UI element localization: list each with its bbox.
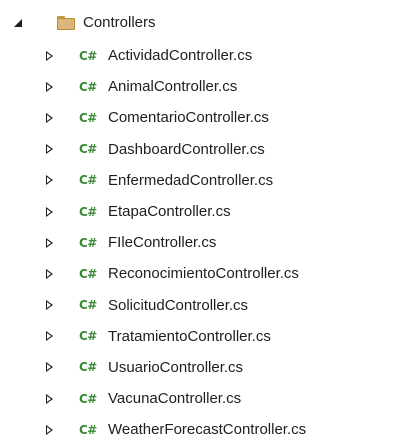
csharp-file-icon: C#: [79, 173, 97, 188]
csharp-file-icon: C#: [79, 298, 97, 313]
collapse-arrow-icon[interactable]: [46, 175, 53, 186]
csharp-file-icon: C#: [79, 391, 97, 406]
solution-explorer-tree: Controllers C# ActividadController.cs C#…: [0, 0, 411, 441]
collapse-arrow-icon[interactable]: [46, 112, 53, 123]
csharp-file-icon: C#: [79, 422, 97, 437]
expand-arrow-icon[interactable]: [14, 19, 22, 27]
collapse-arrow-icon[interactable]: [46, 206, 53, 217]
file-label: DashboardController.cs: [108, 140, 265, 158]
tree-item-file[interactable]: C# FIleController.cs: [0, 227, 411, 258]
tree-item-file[interactable]: C# ComentarioController.cs: [0, 102, 411, 133]
folder-label: Controllers: [83, 14, 156, 31]
tree-item-file[interactable]: C# UsuarioController.cs: [0, 352, 411, 383]
tree-item-file[interactable]: C# TratamientoController.cs: [0, 321, 411, 352]
csharp-file-icon: C#: [79, 235, 97, 250]
csharp-file-icon: C#: [79, 329, 97, 344]
csharp-file-icon: C#: [79, 142, 97, 157]
tree-item-file[interactable]: C# DashboardController.cs: [0, 134, 411, 165]
folder-icon: [57, 16, 75, 30]
file-label: FIleController.cs: [108, 234, 217, 252]
file-label: ActividadController.cs: [108, 47, 253, 65]
file-label: SolicitudController.cs: [108, 296, 249, 314]
collapse-arrow-icon[interactable]: [46, 237, 53, 248]
collapse-arrow-icon[interactable]: [46, 424, 53, 435]
file-label: ReconocimientoController.cs: [108, 265, 299, 283]
tree-item-file[interactable]: C# ReconocimientoController.cs: [0, 258, 411, 289]
tree-item-file[interactable]: C# WeatherForecastController.cs: [0, 414, 411, 445]
file-label: AnimalController.cs: [108, 78, 238, 96]
file-label: ComentarioController.cs: [108, 109, 269, 127]
collapse-arrow-icon[interactable]: [46, 81, 53, 92]
tree-item-file[interactable]: C# AnimalController.cs: [0, 71, 411, 102]
file-label: WeatherForecastController.cs: [108, 421, 307, 439]
csharp-file-icon: C#: [79, 266, 97, 281]
file-label: UsuarioController.cs: [108, 358, 244, 376]
csharp-file-icon: C#: [79, 360, 97, 375]
tree-folder-controllers[interactable]: Controllers: [0, 9, 411, 37]
collapse-arrow-icon[interactable]: [46, 50, 53, 61]
collapse-arrow-icon[interactable]: [46, 268, 53, 279]
tree-item-file[interactable]: C# VacunaController.cs: [0, 383, 411, 414]
collapse-arrow-icon[interactable]: [46, 331, 53, 342]
file-label: EtapaController.cs: [108, 203, 231, 221]
collapse-arrow-icon[interactable]: [46, 300, 53, 311]
collapse-arrow-icon[interactable]: [46, 144, 53, 155]
file-label: VacunaController.cs: [108, 390, 242, 408]
collapse-arrow-icon[interactable]: [46, 393, 53, 404]
tree-item-file[interactable]: C# ActividadController.cs: [0, 40, 411, 71]
collapse-arrow-icon[interactable]: [46, 362, 53, 373]
csharp-file-icon: C#: [79, 48, 97, 63]
tree-item-file[interactable]: C# EnfermedadController.cs: [0, 165, 411, 196]
file-label: EnfermedadController.cs: [108, 171, 274, 189]
csharp-file-icon: C#: [79, 204, 97, 219]
tree-item-file[interactable]: C# EtapaController.cs: [0, 196, 411, 227]
tree-item-file[interactable]: C# SolicitudController.cs: [0, 290, 411, 321]
csharp-file-icon: C#: [79, 110, 97, 125]
file-label: TratamientoController.cs: [108, 327, 271, 345]
csharp-file-icon: C#: [79, 79, 97, 94]
